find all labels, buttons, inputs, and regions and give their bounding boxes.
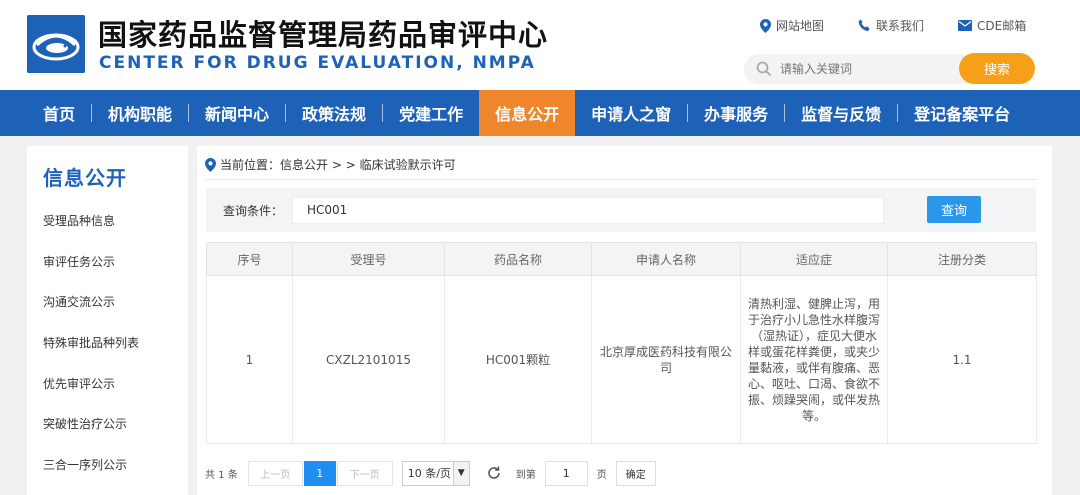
search-icon (756, 61, 772, 77)
site-title-cn: 国家药品监督管理局药品审评中心 (98, 18, 549, 52)
query-input[interactable]: HC001 (292, 197, 884, 224)
search-input[interactable] (780, 62, 950, 76)
nav-functions[interactable]: 机构职能 (92, 90, 188, 136)
cell-category: 1.1 (887, 275, 1037, 444)
mail-icon (958, 20, 973, 31)
sidebar-item-accepted[interactable]: 受理品种信息 (43, 212, 115, 229)
sidebar-item-review-tasks[interactable]: 审评任务公示 (43, 253, 115, 270)
col-header-category: 注册分类 (887, 242, 1037, 276)
goto-confirm-button[interactable]: 确定 (615, 460, 656, 486)
query-button[interactable]: 查询 (927, 196, 981, 223)
breadcrumb: 当前位置： 信息公开 > > 临床试验默示许可 (205, 156, 456, 173)
main-nav: 首页 机构职能 新闻中心 政策法规 党建工作 信息公开 申请人之窗 办事服务 监… (0, 90, 1080, 136)
pagination: 共 1 条 上一页 1 下一页 10 条/页 ▼ 到第 1 页 确定 (205, 460, 656, 486)
nav-registration[interactable]: 登记备案平台 (898, 90, 1026, 136)
cell-accept-no: CXZL2101015 (292, 275, 445, 444)
location-pin-icon (205, 157, 216, 172)
breadcrumb-label: 当前位置： (220, 158, 281, 172)
col-header-drug: 药品名称 (444, 242, 592, 276)
results-table: 序号 受理号 药品名称 申请人名称 适应症 注册分类 1 CXZL2101015… (206, 242, 1037, 444)
sidebar-title: 信息公开 (43, 166, 127, 190)
breadcrumb-current: 临床试验默示许可 (359, 158, 456, 172)
col-header-applicant: 申请人名称 (591, 242, 741, 276)
nav-feedback[interactable]: 监督与反馈 (785, 90, 897, 136)
page-1-button[interactable]: 1 (303, 460, 336, 486)
sidebar: 信息公开 受理品种信息 审评任务公示 沟通交流公示 特殊审批品种列表 优先审评公… (27, 146, 188, 495)
cell-drug: HC001颗粒 (444, 275, 592, 444)
contact-label: 联系我们 (876, 19, 925, 33)
search-button[interactable]: 搜索 (959, 53, 1035, 84)
chevron-down-icon: ▼ (452, 461, 469, 485)
col-header-accept-no: 受理号 (292, 242, 445, 276)
page-unit-label: 页 (596, 469, 607, 481)
prev-page-button[interactable]: 上一页 (247, 460, 303, 486)
search-box (744, 54, 976, 84)
sidebar-item-three-in-one[interactable]: 三合一序列公示 (43, 456, 127, 473)
nav-news[interactable]: 新闻中心 (189, 90, 285, 136)
nav-home[interactable]: 首页 (27, 90, 91, 136)
contact-link[interactable]: 联系我们 (858, 17, 924, 34)
col-header-no: 序号 (206, 242, 293, 276)
breadcrumb-parent[interactable]: 信息公开 (280, 156, 328, 173)
total-count: 共 1 条 (205, 469, 238, 481)
nav-party[interactable]: 党建工作 (383, 90, 479, 136)
phone-icon (858, 19, 870, 31)
sidebar-item-breakthrough[interactable]: 突破性治疗公示 (43, 415, 127, 432)
cde-logo[interactable] (27, 15, 85, 73)
cde-mail-link[interactable]: CDE邮箱 (958, 17, 1026, 34)
col-header-indication: 适应症 (740, 242, 888, 276)
sidebar-item-communication[interactable]: 沟通交流公示 (43, 293, 115, 310)
cell-applicant: 北京厚成医药科技有限公司 (591, 275, 741, 444)
nav-info-public[interactable]: 信息公开 (479, 90, 576, 136)
query-label: 查询条件： (223, 204, 284, 218)
nav-applicant[interactable]: 申请人之窗 (575, 90, 687, 136)
location-pin-icon (760, 18, 771, 33)
top-links: 网站地图 联系我们 CDE邮箱 (760, 17, 1026, 34)
main-content: 当前位置： 信息公开 > > 临床试验默示许可 查询条件： HC001 查询 序… (197, 146, 1052, 495)
sitemap-label: 网站地图 (776, 19, 825, 33)
table-header-row: 序号 受理号 药品名称 申请人名称 适应症 注册分类 (206, 242, 1037, 276)
goto-page-input[interactable]: 1 (544, 460, 588, 486)
page-size-select[interactable]: 10 条/页 ▼ (401, 460, 470, 486)
divider (205, 179, 1036, 180)
page-size-value: 10 条/页 (407, 467, 451, 480)
site-title-en: CENTER FOR DRUG EVALUATION, NMPA (99, 53, 536, 73)
query-bar: 查询条件： HC001 查询 (206, 188, 1036, 232)
mail-label: CDE邮箱 (977, 19, 1027, 33)
sitemap-link[interactable]: 网站地图 (760, 17, 824, 34)
breadcrumb-separator: > > (328, 157, 360, 172)
sidebar-item-priority-review[interactable]: 优先审评公示 (43, 375, 115, 392)
goto-label: 到第 (515, 469, 536, 481)
table-row: 1 CXZL2101015 HC001颗粒 北京厚成医药科技有限公司 清热利湿、… (206, 275, 1037, 444)
cell-indication: 清热利湿、健脾止泻，用于治疗小儿急性水样腹泻（湿热证），症见大便水样或蛋花样粪便… (740, 275, 888, 444)
refresh-icon[interactable] (486, 465, 502, 481)
nav-policy[interactable]: 政策法规 (286, 90, 382, 136)
nav-services[interactable]: 办事服务 (688, 90, 784, 136)
sidebar-item-special-approval[interactable]: 特殊审批品种列表 (43, 334, 139, 351)
next-page-button[interactable]: 下一页 (336, 460, 393, 486)
site-header: 国家药品监督管理局药品审评中心 CENTER FOR DRUG EVALUATI… (0, 0, 1080, 90)
cell-no: 1 (206, 275, 293, 444)
